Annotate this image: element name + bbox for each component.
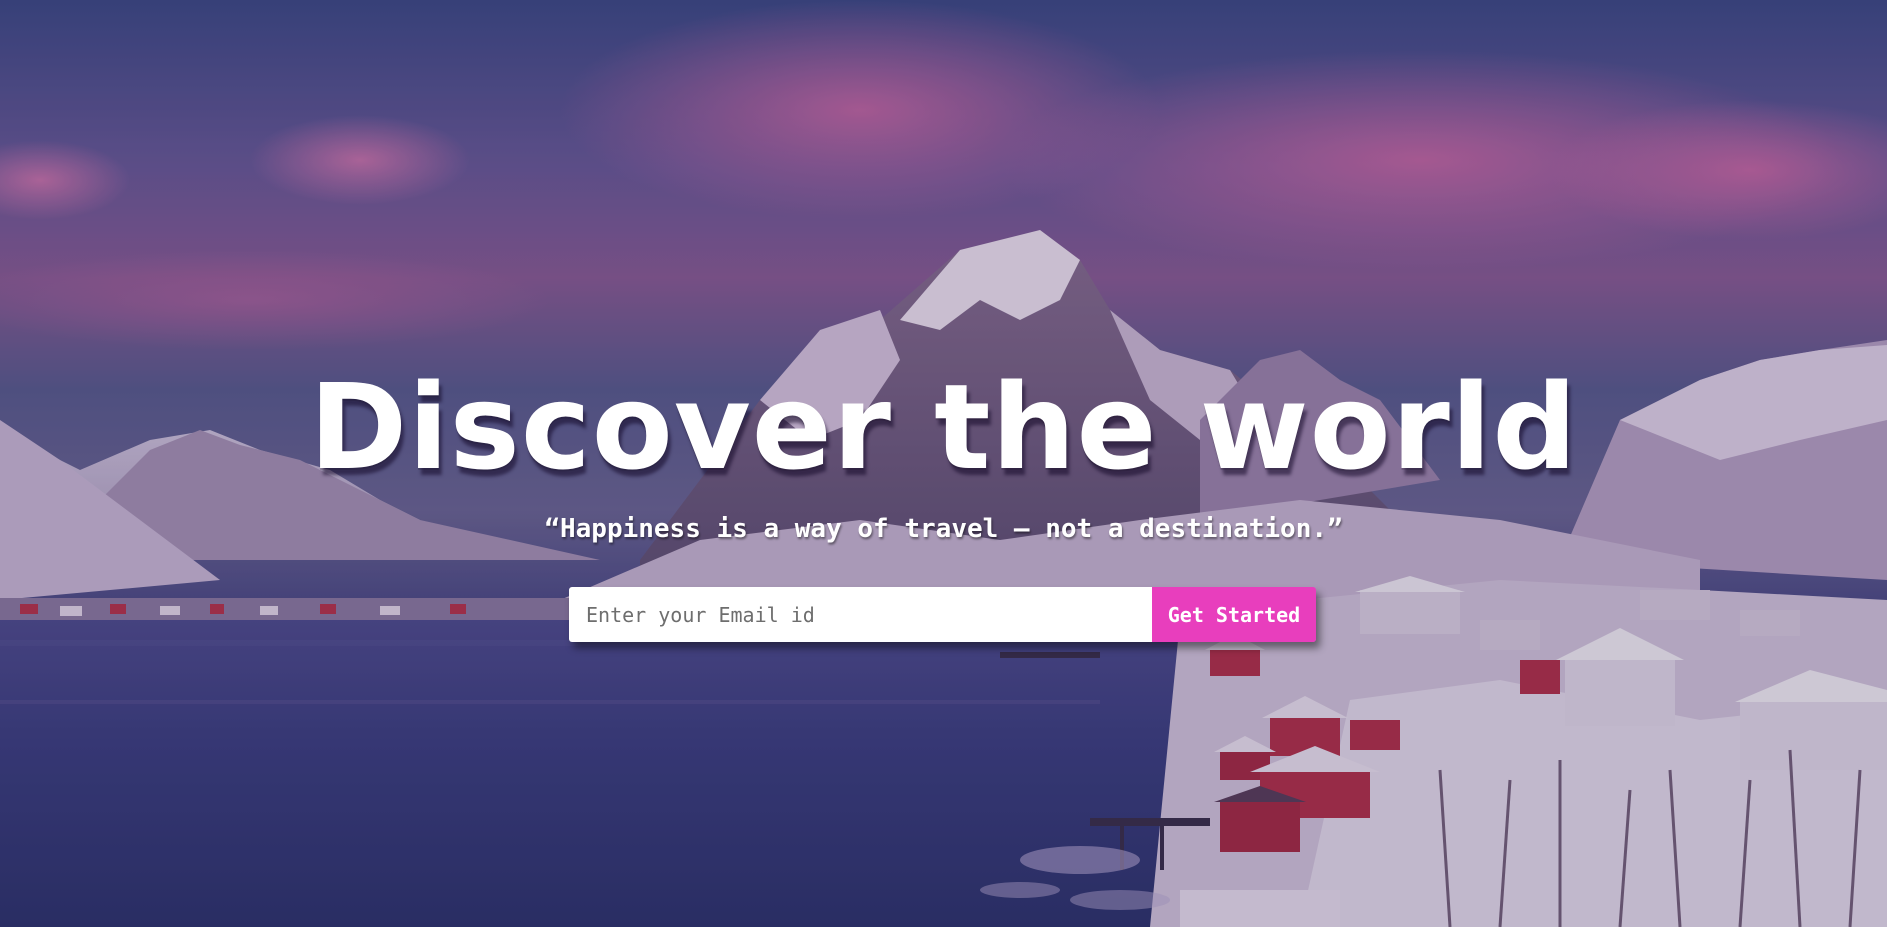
page-title: Discover the world: [309, 358, 1578, 496]
tagline-quote: “Happiness is a way of travel – not a de…: [544, 514, 1343, 544]
email-input[interactable]: [569, 587, 1152, 642]
get-started-button[interactable]: Get Started: [1152, 587, 1316, 642]
signup-form: Get Started: [569, 587, 1316, 642]
hero-content: Discover the world “Happiness is a way o…: [0, 0, 1887, 927]
